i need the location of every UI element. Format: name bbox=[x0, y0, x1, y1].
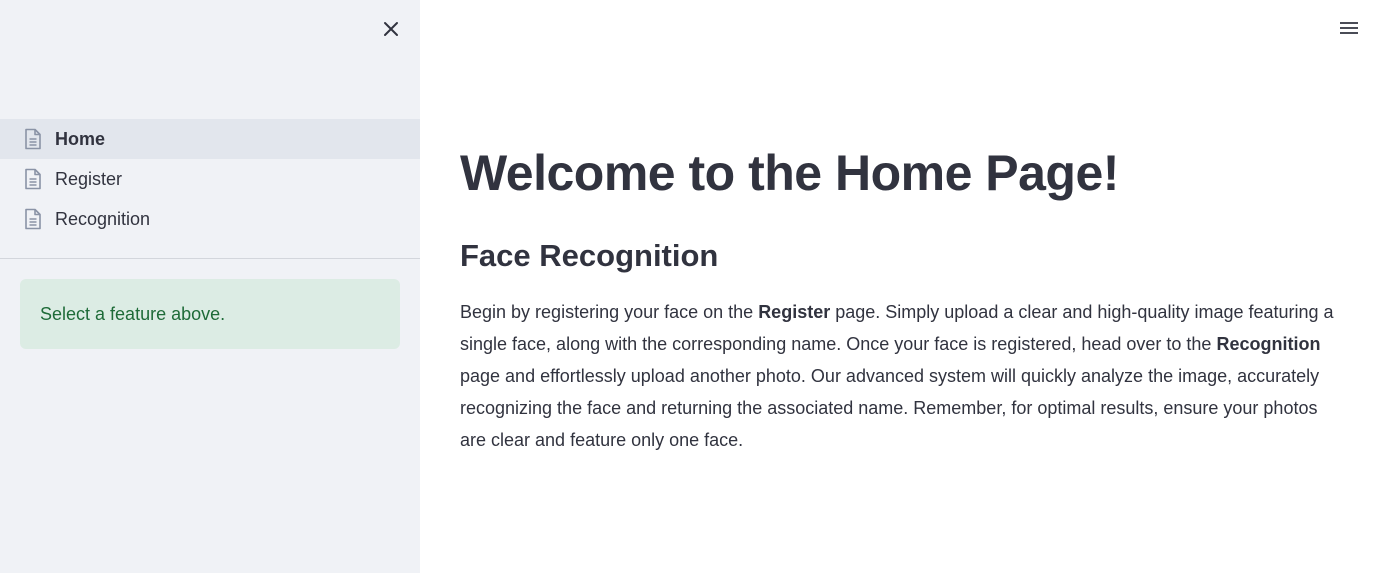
page-title: Welcome to the Home Page! bbox=[460, 145, 1119, 201]
document-icon bbox=[24, 208, 42, 230]
sidebar-item-home[interactable]: Home bbox=[0, 119, 420, 159]
content-block: Welcome to the Home Page! Face Recogniti… bbox=[460, 143, 1340, 456]
document-icon bbox=[24, 128, 42, 150]
paragraph-text: Begin by registering your face on the bbox=[460, 302, 759, 322]
recognition-emphasis: Recognition bbox=[1216, 334, 1321, 354]
section-title: Face Recognition bbox=[460, 238, 719, 273]
main-content: Welcome to the Home Page! Face Recogniti… bbox=[420, 0, 1377, 573]
intro-paragraph: Begin by registering your face on the Re… bbox=[460, 296, 1340, 456]
main-menu-button[interactable] bbox=[1335, 14, 1363, 42]
register-emphasis: Register bbox=[758, 302, 831, 322]
sidebar: Home Register Recognition Select a featu… bbox=[0, 0, 420, 573]
sidebar-divider bbox=[0, 258, 420, 259]
sidebar-close-button[interactable] bbox=[377, 15, 405, 43]
paragraph-text: page and effortlessly upload another pho… bbox=[460, 366, 1320, 450]
sidebar-item-recognition[interactable]: Recognition bbox=[0, 199, 420, 239]
alert-text: Select a feature above. bbox=[40, 303, 226, 324]
sidebar-item-label: Recognition bbox=[55, 208, 151, 229]
close-icon bbox=[384, 22, 398, 36]
hamburger-menu-icon bbox=[1340, 22, 1358, 34]
app-root: Home Register Recognition Select a featu… bbox=[0, 0, 1377, 573]
success-alert: Select a feature above. bbox=[20, 279, 400, 349]
document-icon bbox=[24, 168, 42, 190]
sidebar-item-label: Home bbox=[55, 128, 106, 149]
sidebar-nav: Home Register Recognition bbox=[0, 119, 420, 239]
sidebar-item-label: Register bbox=[55, 168, 123, 189]
sidebar-item-register[interactable]: Register bbox=[0, 159, 420, 199]
